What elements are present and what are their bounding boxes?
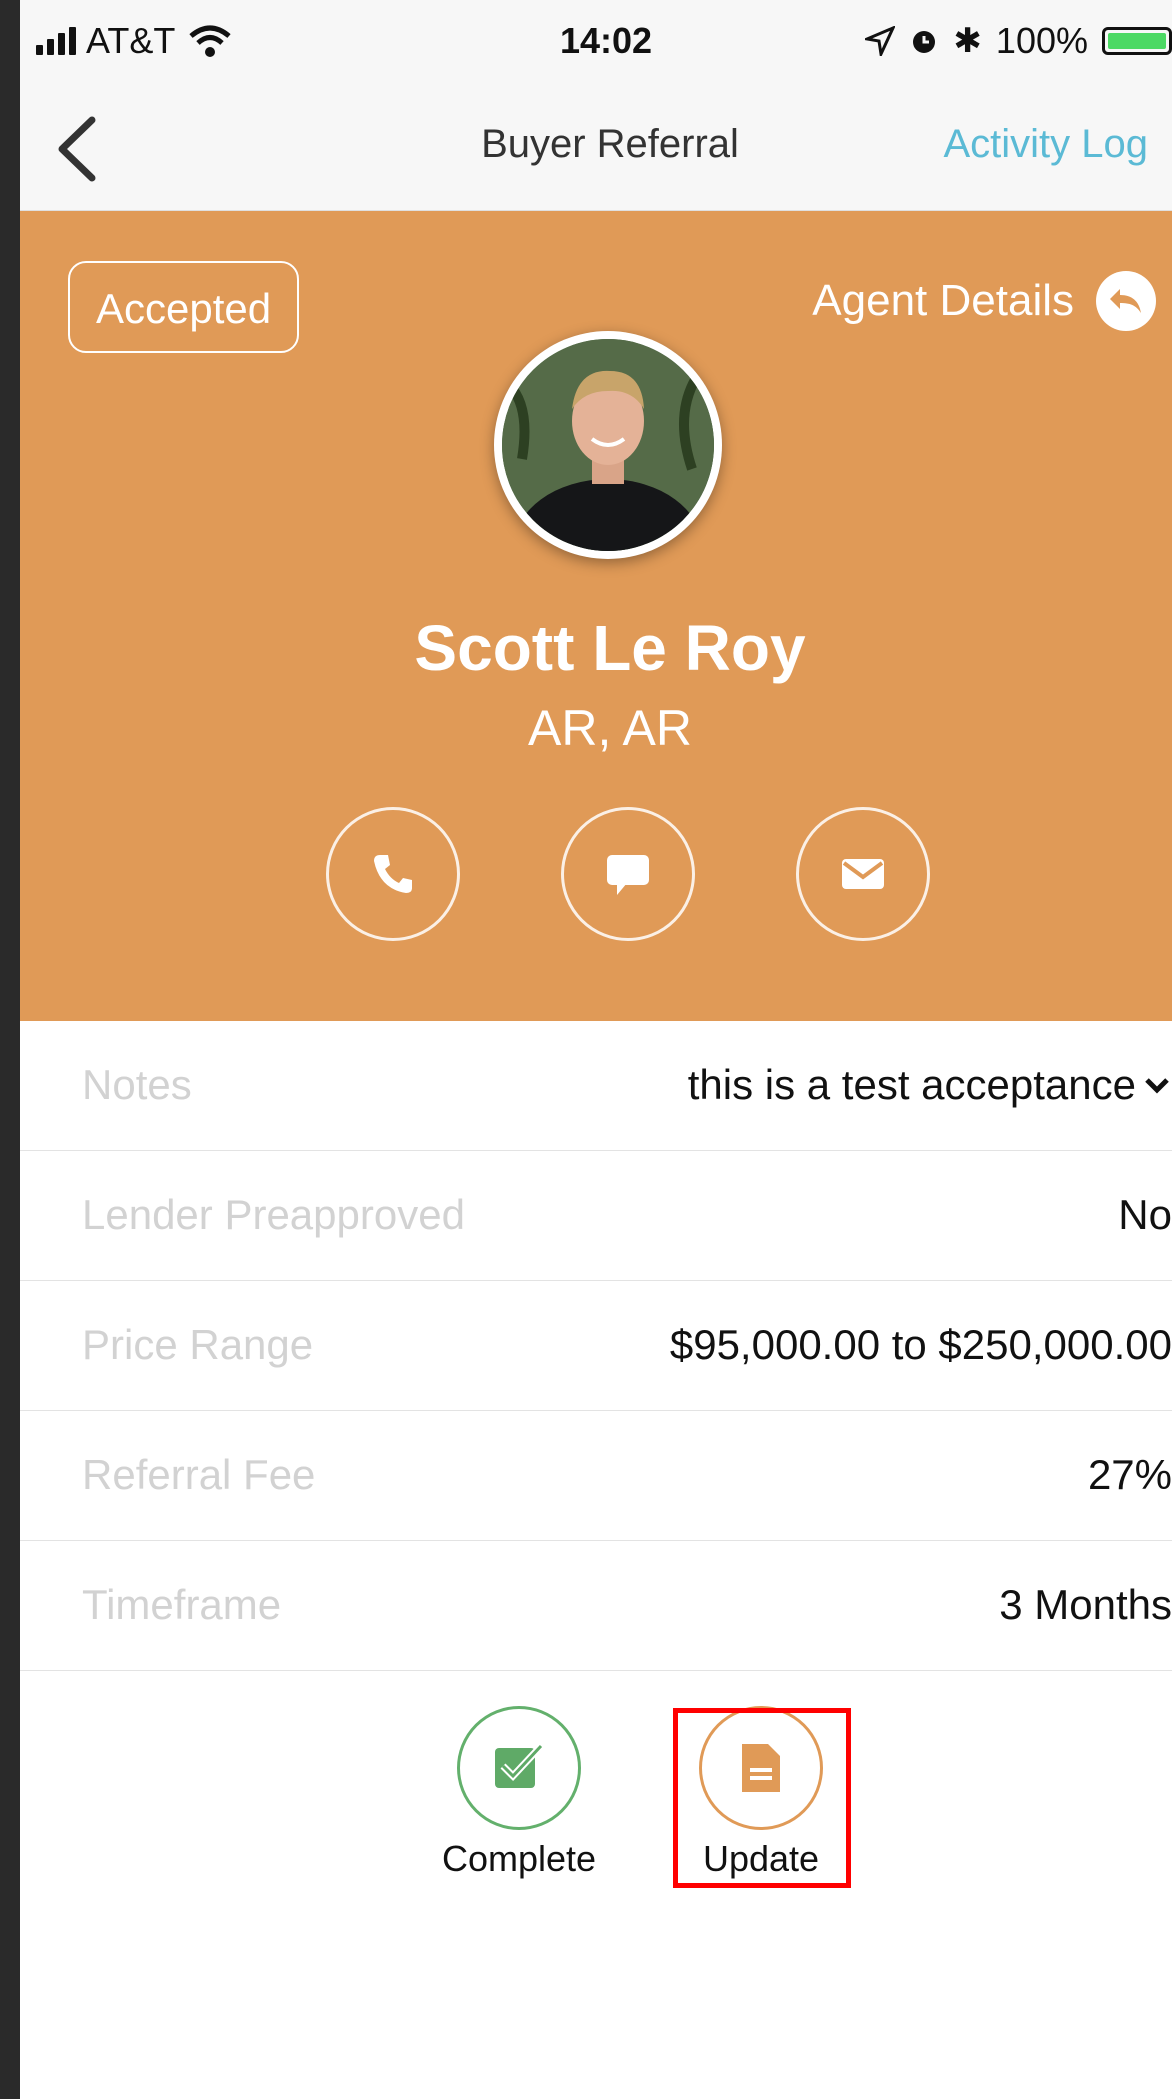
row-value: No	[1118, 1191, 1172, 1238]
location-icon	[865, 26, 896, 56]
chevron-down-icon[interactable]	[1142, 1070, 1172, 1100]
agent-header: Accepted Agent Details Scott Le Roy AR, …	[20, 211, 1172, 1021]
status-badge: Accepted	[68, 261, 300, 353]
agent-name: Scott Le Roy	[414, 612, 806, 684]
avatar-photo	[502, 339, 714, 551]
alarm-icon	[913, 31, 936, 53]
details-row-lender-preapproved: Lender Preapproved No	[20, 1151, 1172, 1281]
phone-icon	[374, 855, 412, 893]
call-button[interactable]	[326, 807, 460, 941]
message-button[interactable]	[561, 807, 695, 941]
row-value: this is a test acceptance	[688, 1061, 1172, 1109]
checkbox-check-icon	[495, 1743, 544, 1788]
avatar	[494, 331, 722, 559]
bluetooth-icon: ✱	[953, 22, 982, 60]
details-row-referral-fee: Referral Fee 27%	[20, 1411, 1172, 1541]
activity-log-link[interactable]: Activity Log	[943, 122, 1148, 167]
status-right: ✱ 100%	[865, 20, 1172, 62]
complete-ring	[457, 1706, 581, 1830]
envelope-icon	[842, 859, 884, 889]
row-label: Timeframe	[82, 1581, 282, 1628]
status-bar: AT&T 14:02 ✱ 100%	[20, 0, 1172, 86]
agent-details-label: Agent Details	[812, 276, 1074, 325]
row-label: Referral Fee	[82, 1451, 316, 1498]
battery-icon	[1102, 27, 1172, 55]
update-highlight-box	[673, 1708, 851, 1888]
details-row-price-range: Price Range $95,000.00 to $250,000.00	[20, 1281, 1172, 1411]
row-label: Lender Preapproved	[82, 1191, 465, 1238]
row-value: 27%	[1087, 1451, 1172, 1498]
chat-bubble-icon	[607, 855, 649, 895]
phone-screen: AT&T 14:02 ✱ 100% Buyer Referral Activit…	[20, 0, 1172, 2099]
row-value: $95,000.00 to $250,000.00	[669, 1321, 1172, 1368]
row-value: 3 Months	[999, 1581, 1172, 1628]
notes-value: this is a test acceptance	[687, 1061, 1136, 1108]
battery-percent: 100%	[995, 20, 1088, 61]
agent-details-link[interactable]: Agent Details	[812, 271, 1156, 331]
row-label: Price Range	[82, 1321, 314, 1368]
complete-label: Complete	[441, 1838, 597, 1879]
details-row-timeframe: Timeframe 3 Months	[20, 1541, 1172, 1671]
agent-location: AR, AR	[528, 700, 692, 756]
details-row-notes[interactable]: Notes this is a test acceptance	[20, 1021, 1172, 1151]
reply-arrow-icon	[1096, 271, 1156, 331]
complete-button[interactable]: Complete	[419, 1706, 619, 1880]
row-label: Notes	[82, 1061, 192, 1108]
navigation-bar: Buyer Referral Activity Log	[20, 86, 1172, 211]
email-button[interactable]	[796, 807, 930, 941]
